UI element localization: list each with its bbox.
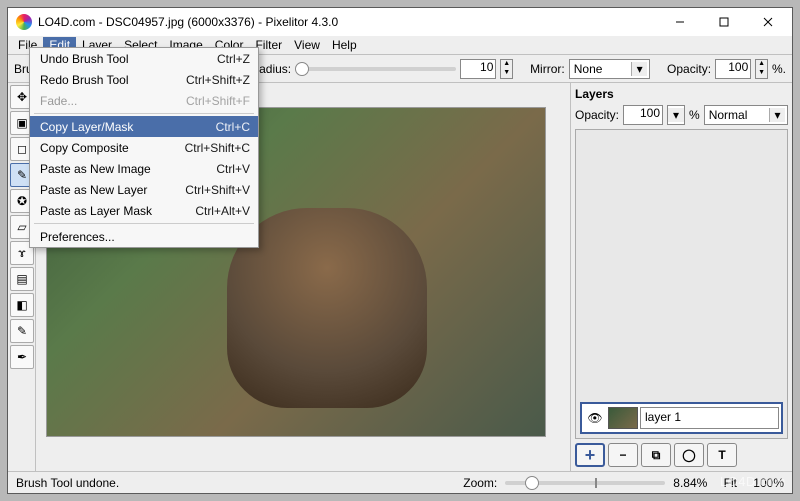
mask-button[interactable]: ◯ (674, 443, 704, 467)
layer-list[interactable]: 👁 layer 1 (575, 129, 788, 439)
layer-name-input[interactable]: layer 1 (640, 407, 779, 429)
menu-help[interactable]: Help (326, 37, 363, 53)
layer-opacity-dropdown[interactable]: ▾ (667, 105, 685, 125)
menu-item-shortcut: Ctrl+Shift+Z (186, 73, 250, 87)
chevron-down-icon: ▾ (769, 108, 785, 122)
mirror-label: Mirror: (530, 62, 565, 76)
close-button[interactable] (746, 8, 790, 36)
menu-item-label: Preferences... (40, 230, 250, 244)
menu-item-undo-brush-tool[interactable]: Undo Brush ToolCtrl+Z (30, 48, 258, 69)
tool-gradient[interactable]: ▤ (10, 267, 34, 291)
titlebar: LO4D.com - DSC04957.jpg (6000x3376) - Pi… (8, 8, 792, 36)
menu-item-label: Paste as New Layer (40, 183, 185, 197)
menu-item-fade-: Fade...Ctrl+Shift+F (30, 90, 258, 111)
zoom-slider[interactable] (505, 481, 665, 485)
menu-item-shortcut: Ctrl+Alt+V (195, 204, 250, 218)
menu-item-shortcut: Ctrl+Z (217, 52, 250, 66)
menu-separator (34, 223, 254, 224)
maximize-button[interactable] (702, 8, 746, 36)
layer-opacity-input[interactable]: 100 (623, 105, 663, 125)
menu-view[interactable]: View (288, 37, 326, 53)
duplicate-layer-button[interactable]: ⧉ (641, 443, 671, 467)
add-layer-button[interactable]: + (575, 443, 605, 467)
visibility-icon[interactable]: 👁 (584, 407, 606, 429)
layer-buttons: + − ⧉ ◯ T (575, 443, 788, 467)
menu-item-shortcut: Ctrl+Shift+C (185, 141, 250, 155)
menu-item-label: Copy Composite (40, 141, 185, 155)
mirror-dropdown[interactable]: None▾ (569, 59, 650, 79)
radius-input[interactable]: 10 (460, 59, 496, 79)
minimize-button[interactable] (658, 8, 702, 36)
app-icon (16, 14, 32, 30)
menu-item-paste-as-new-image[interactable]: Paste as New ImageCtrl+V (30, 158, 258, 179)
tool-picker[interactable]: ✎ (10, 319, 34, 343)
delete-layer-button[interactable]: − (608, 443, 638, 467)
layer-thumbnail[interactable] (608, 407, 638, 429)
menu-item-paste-as-layer-mask[interactable]: Paste as Layer MaskCtrl+Alt+V (30, 200, 258, 221)
layer-item[interactable]: 👁 layer 1 (580, 402, 783, 434)
menu-item-preferences-[interactable]: Preferences... (30, 226, 258, 247)
layer-opacity-suffix: % (689, 108, 700, 122)
menu-item-label: Copy Layer/Mask (40, 120, 216, 134)
menu-item-shortcut: Ctrl+C (216, 120, 250, 134)
layers-title: Layers (575, 87, 788, 101)
zoom-label: Zoom: (463, 476, 497, 490)
opacity-label: Opacity: (667, 62, 711, 76)
chevron-down-icon: ▾ (631, 62, 647, 76)
menu-item-shortcut: Ctrl+Shift+V (185, 183, 250, 197)
opacity-spinner[interactable]: ▲▼ (755, 59, 768, 79)
menu-item-label: Fade... (40, 94, 186, 108)
edit-menu-dropdown: Undo Brush ToolCtrl+ZRedo Brush ToolCtrl… (29, 47, 259, 248)
radius-slider[interactable] (295, 67, 456, 71)
layer-opacity-label: Opacity: (575, 108, 619, 122)
zoom-value: 8.84% (673, 476, 707, 490)
layers-panel: Layers Opacity: 100 ▾ % Normal▾ 👁 layer … (570, 83, 792, 471)
zoom-thumb[interactable] (525, 476, 539, 490)
chevron-down-icon: ▾ (668, 108, 684, 122)
menu-item-label: Redo Brush Tool (40, 73, 186, 87)
tool-pen[interactable]: ✒ (10, 345, 34, 369)
slider-thumb[interactable] (295, 62, 309, 76)
radius-spinner[interactable]: ▲▼ (500, 59, 513, 79)
text-layer-button[interactable]: T (707, 443, 737, 467)
status-message: Brush Tool undone. (16, 476, 119, 490)
opacity-input[interactable]: 100 (715, 59, 751, 79)
zoom-tick (595, 478, 597, 488)
zoom-fit-button[interactable]: Fit (715, 476, 745, 490)
menu-item-redo-brush-tool[interactable]: Redo Brush ToolCtrl+Shift+Z (30, 69, 258, 90)
menu-item-label: Paste as New Image (40, 162, 216, 176)
tool-bucket[interactable]: ◧ (10, 293, 34, 317)
opacity-suffix: %. (772, 62, 786, 76)
zoom-100-button[interactable]: 100% (753, 476, 784, 490)
menu-item-paste-as-new-layer[interactable]: Paste as New LayerCtrl+Shift+V (30, 179, 258, 200)
menu-item-copy-composite[interactable]: Copy CompositeCtrl+Shift+C (30, 137, 258, 158)
menu-item-copy-layer-mask[interactable]: Copy Layer/MaskCtrl+C (30, 116, 258, 137)
statusbar: Brush Tool undone. Zoom: 8.84% Fit 100% (8, 471, 792, 493)
menu-separator (34, 113, 254, 114)
menu-item-shortcut: Ctrl+Shift+F (186, 94, 250, 108)
window-title: LO4D.com - DSC04957.jpg (6000x3376) - Pi… (38, 15, 658, 29)
blend-mode-dropdown[interactable]: Normal▾ (704, 105, 788, 125)
menu-item-shortcut: Ctrl+V (216, 162, 250, 176)
menu-item-label: Undo Brush Tool (40, 52, 217, 66)
menu-item-label: Paste as Layer Mask (40, 204, 195, 218)
radius-label: adius: (259, 62, 291, 76)
